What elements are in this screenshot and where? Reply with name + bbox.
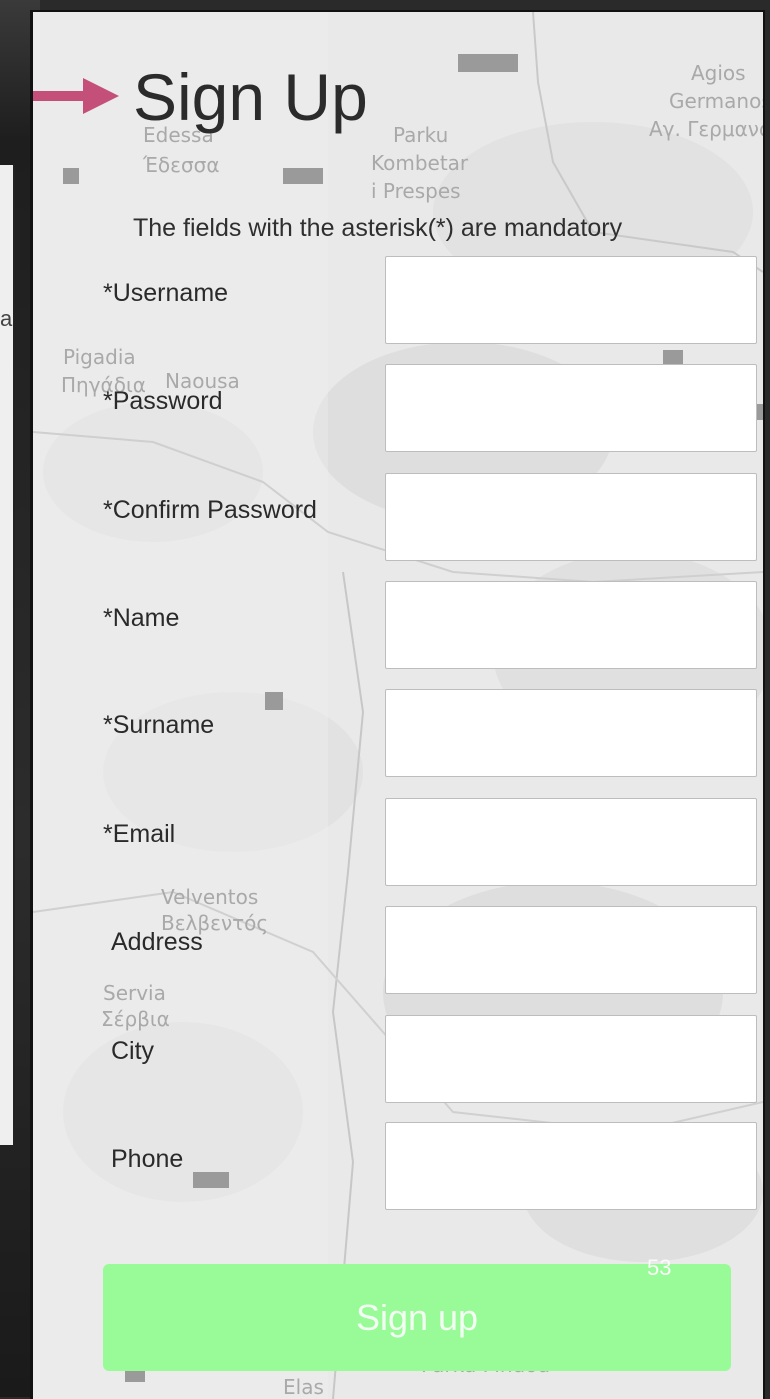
name-input[interactable] bbox=[385, 581, 757, 669]
phone-input[interactable] bbox=[385, 1122, 757, 1210]
map-label: Έδεσσα bbox=[142, 153, 220, 177]
email-label: *Email bbox=[103, 820, 176, 848]
confirm-password-label: *Confirm Password bbox=[103, 496, 317, 524]
slide-number: 53 bbox=[647, 1255, 672, 1280]
map-label: Σέρβια bbox=[101, 1007, 170, 1031]
map-label: Αγ. Γερμανός bbox=[649, 117, 763, 141]
map-label: Kombetar bbox=[371, 151, 469, 175]
city-label: City bbox=[111, 1037, 155, 1065]
signup-panel: Edessa Έδεσσα Parku Kombetar i Prespes A… bbox=[30, 10, 765, 1399]
username-label: *Username bbox=[103, 279, 229, 307]
confirm-password-input[interactable] bbox=[385, 473, 757, 561]
name-label: *Name bbox=[103, 604, 180, 632]
pointer-arrow-icon bbox=[33, 91, 85, 101]
surname-label: *Surname bbox=[103, 711, 215, 739]
username-input[interactable] bbox=[385, 256, 757, 344]
map-label: Elas bbox=[283, 1375, 324, 1399]
map-label: Germanos bbox=[669, 89, 763, 113]
pointer-arrow-head-icon bbox=[83, 78, 119, 114]
map-label: Parku bbox=[393, 123, 448, 147]
password-input[interactable] bbox=[385, 364, 757, 452]
mandatory-note: The fields with the asterisk(*) are mand… bbox=[133, 214, 623, 242]
background-slide-text: a bbox=[0, 306, 13, 331]
address-label: Address bbox=[111, 928, 203, 956]
page-title: Sign Up bbox=[133, 60, 368, 134]
address-input[interactable] bbox=[385, 906, 757, 994]
map-label: Velventos bbox=[161, 885, 258, 909]
map-label: Pigadia bbox=[63, 345, 136, 369]
map-label: Agios bbox=[691, 61, 746, 85]
phone-label: Phone bbox=[111, 1145, 184, 1173]
password-label: *Password bbox=[103, 387, 223, 415]
sign-up-button[interactable]: Sign up bbox=[103, 1264, 731, 1371]
surname-input[interactable] bbox=[385, 689, 757, 777]
email-input[interactable] bbox=[385, 798, 757, 886]
map-label: Servia bbox=[103, 981, 166, 1005]
city-input[interactable] bbox=[385, 1015, 757, 1103]
map-label: i Prespes bbox=[371, 179, 461, 203]
